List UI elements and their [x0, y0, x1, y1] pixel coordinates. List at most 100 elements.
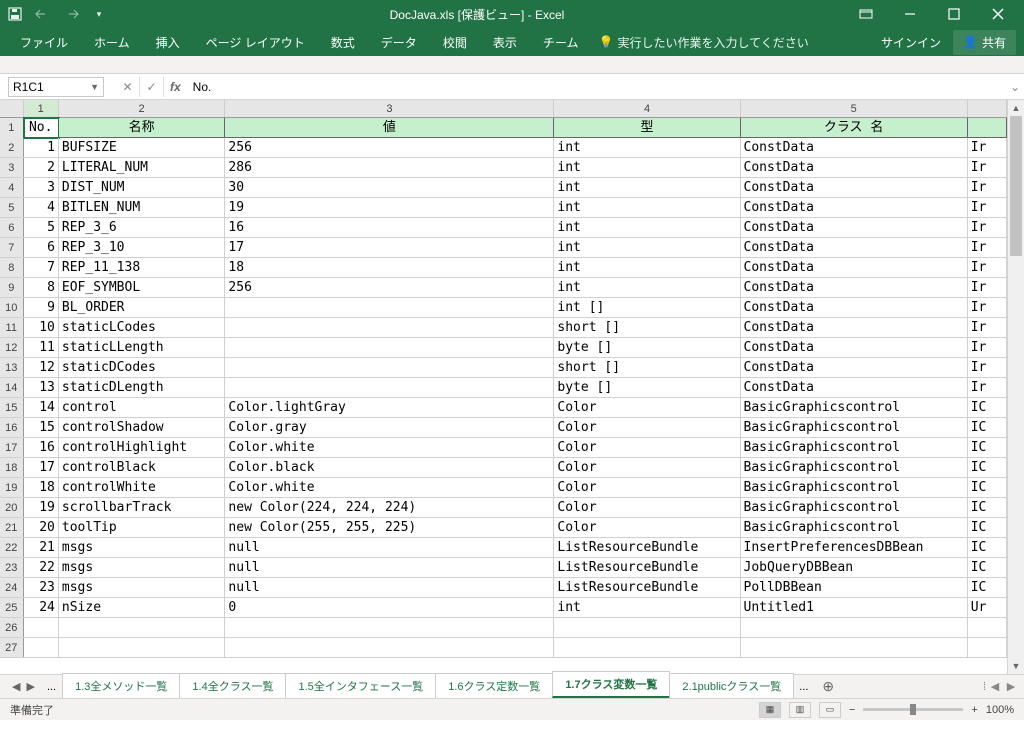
- row-header[interactable]: 10: [0, 298, 24, 317]
- cell[interactable]: 256: [225, 278, 554, 297]
- tab-home[interactable]: ホーム: [82, 29, 142, 56]
- cell[interactable]: ListResourceBundle: [554, 538, 740, 557]
- scroll-thumb[interactable]: [1010, 116, 1022, 256]
- row-header[interactable]: 12: [0, 338, 24, 357]
- tell-me[interactable]: 💡 実行したい作業を入力してください: [598, 34, 808, 51]
- cell[interactable]: LITERAL_NUM: [59, 158, 226, 177]
- ribbon-display-icon[interactable]: [846, 2, 886, 26]
- cell[interactable]: staticLCodes: [59, 318, 226, 337]
- row-header[interactable]: 19: [0, 478, 24, 497]
- cell[interactable]: null: [225, 578, 554, 597]
- cell[interactable]: Color: [554, 478, 740, 497]
- formula-input[interactable]: No.: [187, 80, 1006, 94]
- cell[interactable]: Ir: [968, 138, 1007, 157]
- cell[interactable]: BasicGraphicscontrol: [741, 458, 968, 477]
- cell[interactable]: [554, 618, 740, 637]
- row-header[interactable]: 4: [0, 178, 24, 197]
- cell[interactable]: 21: [24, 538, 59, 557]
- cell[interactable]: Color: [554, 418, 740, 437]
- sheet-tab[interactable]: 2.1publicクラス一覧: [669, 673, 794, 698]
- tab-data[interactable]: データ: [369, 29, 429, 56]
- cell[interactable]: BasicGraphicscontrol: [741, 398, 968, 417]
- zoom-slider[interactable]: [863, 708, 963, 711]
- cell[interactable]: [225, 378, 554, 397]
- cell[interactable]: Ir: [968, 198, 1007, 217]
- scroll-up-icon[interactable]: ▲: [1008, 100, 1024, 116]
- col-header[interactable]: 1: [24, 100, 59, 117]
- cell[interactable]: [225, 638, 554, 657]
- vertical-scrollbar[interactable]: ▲ ▼: [1007, 100, 1024, 674]
- view-page-break-icon[interactable]: ▭: [819, 702, 841, 718]
- cell[interactable]: controlHighlight: [59, 438, 226, 457]
- cell[interactable]: Color.gray: [225, 418, 554, 437]
- cell[interactable]: null: [225, 558, 554, 577]
- col-header[interactable]: [968, 100, 1007, 117]
- cell[interactable]: 17: [225, 238, 554, 257]
- cell[interactable]: 17: [24, 458, 59, 477]
- cell[interactable]: staticDCodes: [59, 358, 226, 377]
- select-all-corner[interactable]: [0, 100, 24, 117]
- scroll-down-icon[interactable]: ▼: [1008, 658, 1024, 674]
- cell[interactable]: 6: [24, 238, 59, 257]
- signin-link[interactable]: サインイン: [881, 34, 941, 51]
- sheet-tab[interactable]: 1.4全クラス一覧: [179, 673, 286, 698]
- cell[interactable]: int: [554, 198, 740, 217]
- cell[interactable]: No.: [24, 118, 59, 138]
- cell[interactable]: IC: [968, 558, 1007, 577]
- row-header[interactable]: 6: [0, 218, 24, 237]
- row-header[interactable]: 26: [0, 618, 24, 637]
- hscroll-right-icon[interactable]: ▶: [1004, 680, 1018, 693]
- cell[interactable]: Ir: [968, 178, 1007, 197]
- cell[interactable]: IC: [968, 478, 1007, 497]
- zoom-in-button[interactable]: +: [971, 704, 977, 716]
- new-sheet-button[interactable]: ⊕: [814, 678, 842, 695]
- cell[interactable]: 1: [24, 138, 59, 157]
- cell[interactable]: ConstData: [741, 218, 968, 237]
- row-header[interactable]: 15: [0, 398, 24, 417]
- cell[interactable]: [741, 618, 968, 637]
- cell[interactable]: int: [554, 218, 740, 237]
- name-box[interactable]: R1C1 ▼: [8, 77, 104, 97]
- save-icon[interactable]: [6, 5, 24, 23]
- row-header[interactable]: 17: [0, 438, 24, 457]
- minimize-button[interactable]: [890, 2, 930, 26]
- cell[interactable]: IC: [968, 538, 1007, 557]
- cell[interactable]: BasicGraphicscontrol: [741, 518, 968, 537]
- cell[interactable]: IC: [968, 418, 1007, 437]
- cell[interactable]: ConstData: [741, 338, 968, 357]
- cell[interactable]: nSize: [59, 598, 226, 617]
- redo-icon[interactable]: [62, 5, 80, 23]
- cell[interactable]: JobQueryDBBean: [741, 558, 968, 577]
- fx-icon[interactable]: fx: [164, 80, 187, 94]
- cell[interactable]: BasicGraphicscontrol: [741, 438, 968, 457]
- cell[interactable]: Ir: [968, 298, 1007, 317]
- cell[interactable]: ConstData: [741, 198, 968, 217]
- cell[interactable]: Color: [554, 498, 740, 517]
- cell[interactable]: short []: [554, 318, 740, 337]
- cell[interactable]: Ir: [968, 318, 1007, 337]
- cell[interactable]: staticDLength: [59, 378, 226, 397]
- row-header[interactable]: 27: [0, 638, 24, 657]
- cell[interactable]: DIST_NUM: [59, 178, 226, 197]
- cell[interactable]: Color.lightGray: [225, 398, 554, 417]
- sheet-tabs-overflow[interactable]: ...: [41, 677, 62, 697]
- cell[interactable]: staticLLength: [59, 338, 226, 357]
- cell[interactable]: [24, 618, 59, 637]
- sheet-prev-icon[interactable]: ◀: [12, 680, 20, 693]
- cell[interactable]: controlShadow: [59, 418, 226, 437]
- cell[interactable]: 18: [24, 478, 59, 497]
- cell[interactable]: [59, 618, 226, 637]
- hscroll-grip-icon[interactable]: ⁞: [983, 681, 986, 693]
- cell[interactable]: msgs: [59, 578, 226, 597]
- cell[interactable]: 11: [24, 338, 59, 357]
- cell[interactable]: 3: [24, 178, 59, 197]
- cell[interactable]: Ir: [968, 258, 1007, 277]
- cell[interactable]: int: [554, 598, 740, 617]
- cell[interactable]: 名称: [59, 118, 226, 138]
- cell[interactable]: 型: [554, 118, 740, 138]
- formula-expand-icon[interactable]: ⌄: [1006, 80, 1024, 94]
- row-header[interactable]: 20: [0, 498, 24, 517]
- row-header[interactable]: 11: [0, 318, 24, 337]
- cell[interactable]: msgs: [59, 558, 226, 577]
- cell[interactable]: REP_3_6: [59, 218, 226, 237]
